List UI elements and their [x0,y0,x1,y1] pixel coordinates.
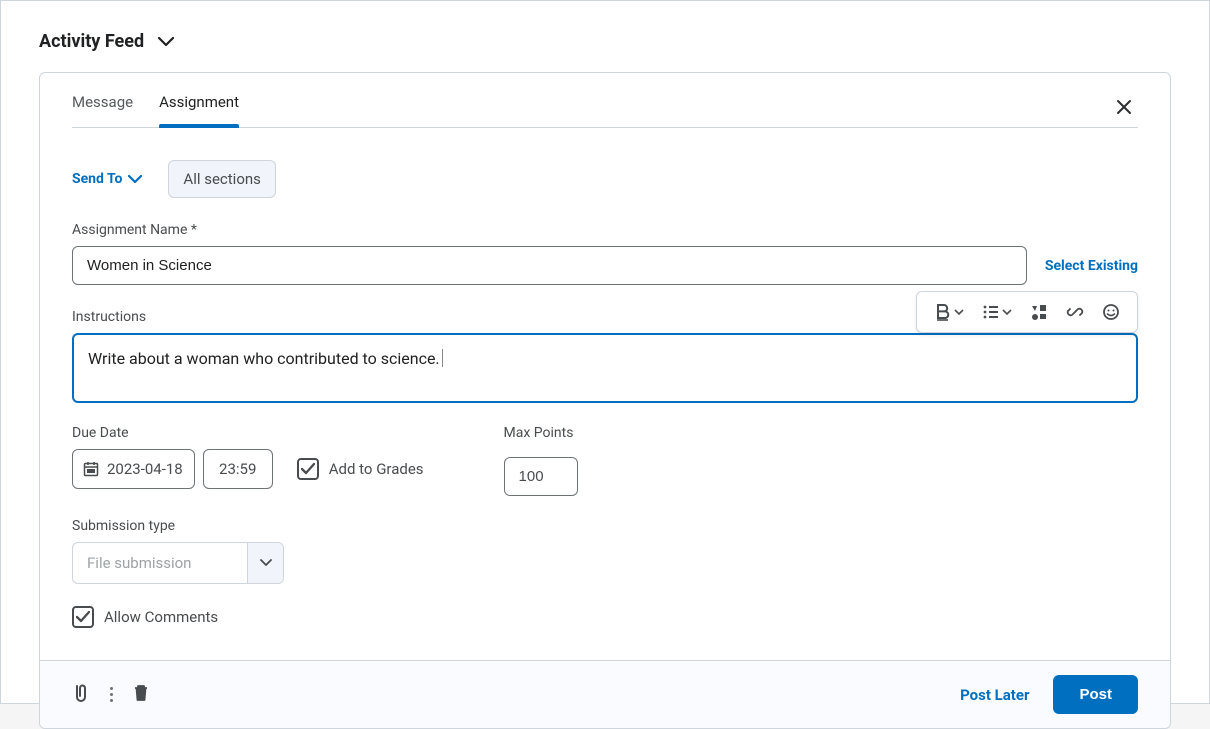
due-date-inputs: 2023-04-18 23:59 Add to Grades [72,449,424,489]
delete-button[interactable] [133,684,149,706]
send-to-label: Send To [72,171,122,187]
assignment-name-label: Assignment Name * [72,222,1138,238]
text-cursor [442,349,443,367]
bold-icon [934,303,952,321]
max-points-group: Max Points [504,425,578,496]
checkbox-box [72,606,94,628]
allow-comments-checkbox[interactable]: Allow Comments [72,606,1138,628]
list-icon [982,303,1000,321]
chevron-down-icon [1002,309,1012,316]
attach-button[interactable] [72,683,90,707]
assignment-dialog: Message Assignment Send To All sections … [39,72,1171,729]
bold-button[interactable] [925,296,973,328]
chevron-down-icon [954,309,964,316]
allow-comments-label: Allow Comments [104,608,218,626]
tabs: Message Assignment [72,73,1138,128]
checkbox-box [297,458,319,480]
instructions-editor[interactable]: Write about a woman who contributed to s… [72,333,1138,403]
trash-icon [133,684,149,702]
header-dropdown[interactable] [158,37,174,47]
assignment-name-input-wrap [72,246,1027,285]
footer-left-actions [72,683,149,707]
link-icon [1066,303,1084,321]
footer-right-actions: Post Later Post [960,675,1138,714]
emoji-button[interactable] [1093,296,1129,328]
post-button[interactable]: Post [1053,675,1138,714]
tab-message[interactable]: Message [72,73,133,127]
max-points-input[interactable] [504,457,578,496]
add-to-grades-label: Add to Grades [329,460,424,478]
attach-icon [72,683,90,703]
tab-assignment[interactable]: Assignment [159,73,239,127]
due-date-value: 2023-04-18 [107,460,183,478]
select-existing-link[interactable]: Select Existing [1045,258,1138,274]
date-points-row: Due Date 2023-04-18 23:59 Add to Grades [72,425,1138,496]
emoji-icon [1102,303,1120,321]
list-button[interactable] [973,296,1021,328]
page: Activity Feed Message Assignment Send To… [0,0,1210,704]
chevron-down-icon [260,559,272,567]
due-date-group: Due Date 2023-04-18 23:59 Add to Grades [72,425,424,496]
section-chip[interactable]: All sections [168,160,275,198]
max-points-label: Max Points [504,425,578,441]
tabs-row: Message Assignment [40,73,1170,128]
submission-type-label: Submission type [72,518,1138,534]
assignment-name-input[interactable] [72,246,1027,285]
submission-type-value: File submission [73,543,247,583]
submission-type-caret [247,543,283,583]
post-later-button[interactable]: Post Later [960,686,1029,704]
add-to-grades-checkbox[interactable]: Add to Grades [297,458,424,480]
link-button[interactable] [1057,296,1093,328]
send-to-dropdown[interactable]: Send To [72,171,142,187]
dialog-footer: Post Later Post [40,660,1170,728]
close-icon [1116,99,1132,115]
due-time-input[interactable]: 23:59 [203,449,273,489]
due-date-label: Due Date [72,425,424,441]
close-button[interactable] [1116,99,1132,115]
chevron-down-icon [128,175,142,184]
submission-type-select[interactable]: File submission [72,542,284,584]
assignment-name-row: Select Existing [72,246,1138,285]
more-options-button[interactable] [108,687,115,702]
insert-stuff-icon [1030,303,1048,321]
calendar-icon [83,461,99,477]
instructions-text: Write about a woman who contributed to s… [88,349,440,368]
dialog-content: Send To All sections Assignment Name * S… [40,128,1170,660]
editor-toolbar [916,291,1138,333]
due-date-input[interactable]: 2023-04-18 [72,449,195,489]
page-title: Activity Feed [39,31,144,52]
check-icon [301,463,315,475]
chevron-down-icon [158,37,174,47]
send-to-row: Send To All sections [72,160,1138,198]
check-icon [76,611,90,623]
instructions-wrap: Instructions [72,309,1138,403]
activity-feed-header: Activity Feed [39,31,1171,52]
insert-stuff-button[interactable] [1021,296,1057,328]
submission-type-group: Submission type File submission [72,518,1138,584]
